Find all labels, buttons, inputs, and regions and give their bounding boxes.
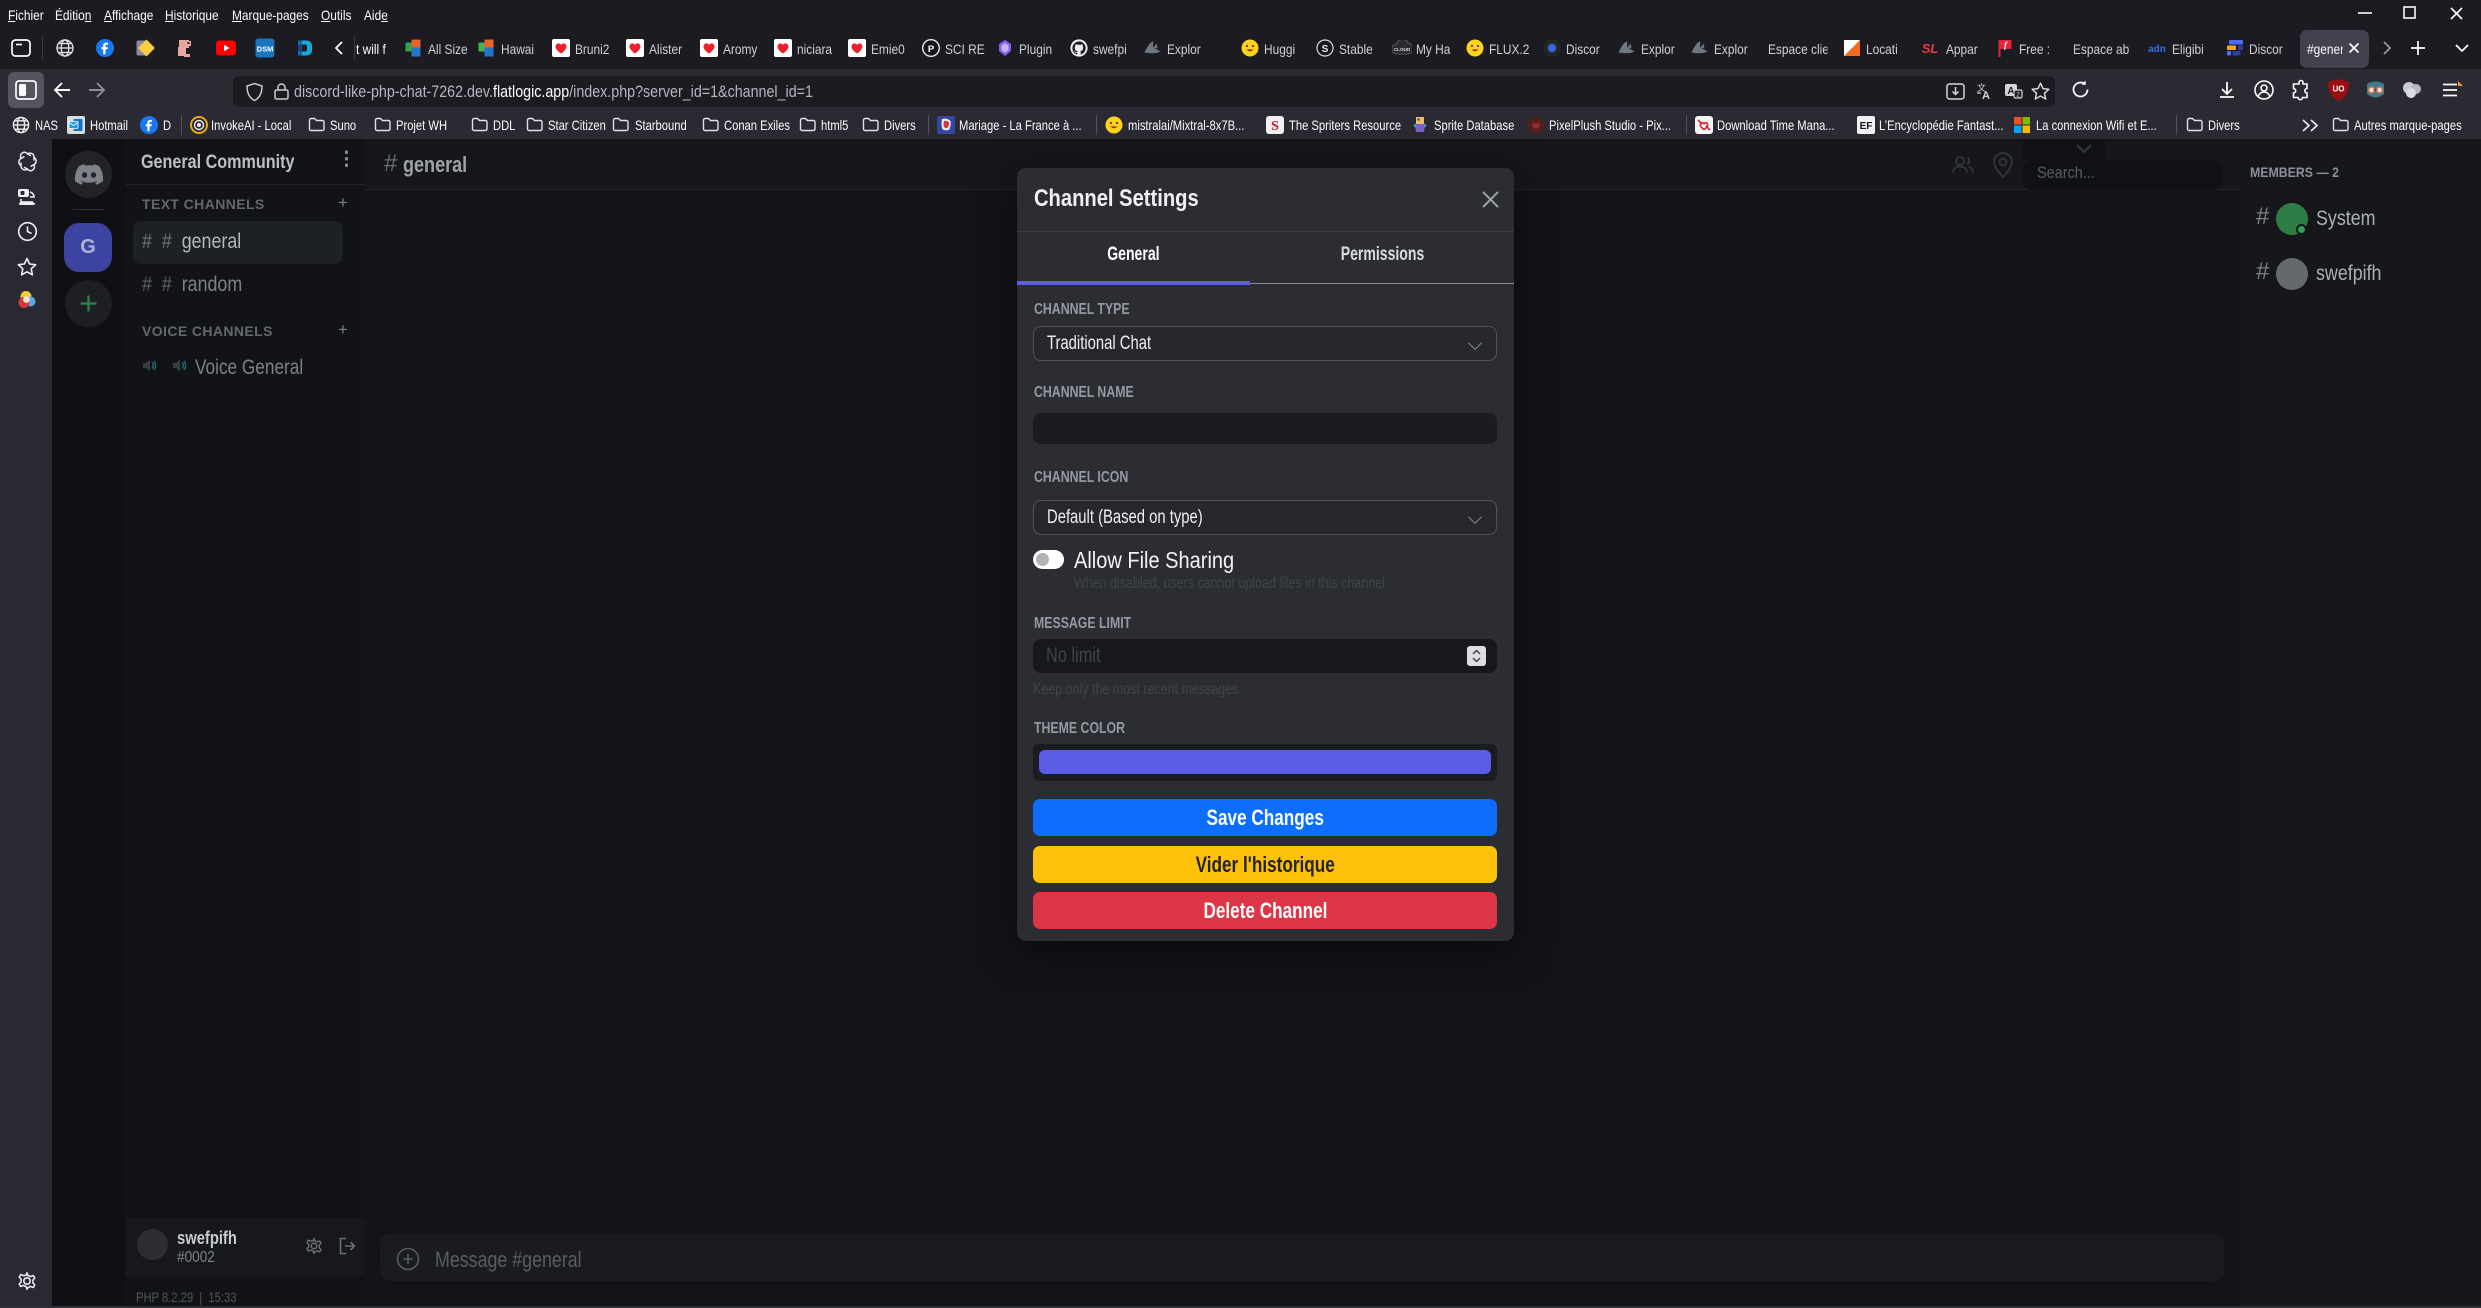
svg-text:DSM: DSM [257, 45, 274, 54]
svg-text:SL: SL [1922, 41, 1939, 56]
svg-text:2: 2 [2016, 92, 2020, 99]
svg-text:P: P [928, 44, 935, 55]
svg-text:S: S [1271, 119, 1279, 134]
svg-text:S: S [1322, 44, 1329, 55]
svg-text:CLOUD: CLOUD [1394, 47, 1411, 52]
svg-text:A: A [1982, 90, 1990, 102]
svg-text:UO: UO [2333, 85, 2345, 94]
svg-text:EF: EF [1860, 121, 1873, 132]
svg-text:adn: adn [2148, 44, 2166, 55]
